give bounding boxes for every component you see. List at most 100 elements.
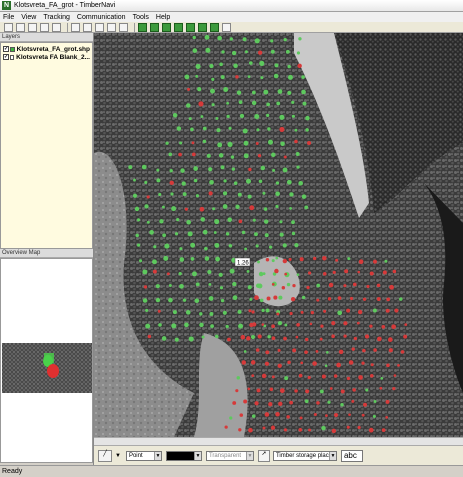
rotate-left-icon[interactable] <box>95 22 104 32</box>
layer-name: Klotsvreta FA Blank_2... <box>16 53 90 61</box>
tree-marker <box>176 218 180 222</box>
tree-marker <box>352 388 356 392</box>
horizontal-scrollbar[interactable] <box>94 437 463 445</box>
tree-marker <box>228 126 232 130</box>
layer-checkbox[interactable]: ✓ <box>3 54 9 60</box>
tree-marker <box>254 113 260 120</box>
tree-marker <box>215 334 219 339</box>
tree-marker <box>336 362 341 368</box>
new-icon[interactable] <box>4 22 13 32</box>
tree-marker <box>242 128 248 134</box>
tree-marker <box>256 128 260 132</box>
tree-marker <box>145 308 149 313</box>
tree-marker <box>132 193 138 198</box>
tree-marker <box>267 127 271 131</box>
tree-marker <box>230 155 235 159</box>
measure-icon[interactable] <box>198 22 207 32</box>
tree-marker <box>380 376 384 380</box>
tree-marker <box>249 322 254 328</box>
menu-tools[interactable]: Tools <box>133 14 149 21</box>
pan-icon[interactable] <box>174 22 183 32</box>
open-icon[interactable] <box>16 22 25 32</box>
map-view[interactable]: 1.26 <box>94 33 463 437</box>
stop-icon[interactable] <box>83 22 92 32</box>
tree-marker <box>195 282 200 287</box>
tree-marker <box>275 256 279 260</box>
zoom-out-icon[interactable] <box>162 22 171 32</box>
tree-marker <box>251 310 255 314</box>
tree-marker <box>156 168 160 172</box>
tree-marker <box>271 259 275 263</box>
help-icon[interactable] <box>52 22 61 32</box>
layer-row[interactable]: ✓ Klotsvreta FA Blank_2... <box>3 53 90 61</box>
tree-marker <box>241 360 247 365</box>
tree-marker <box>399 297 403 301</box>
color-select[interactable]: ▼ <box>165 450 202 461</box>
layer-row[interactable]: ✓ Klotsvreta_FA_grot.shp <box>3 45 90 53</box>
tree-marker <box>199 206 205 212</box>
tree-marker <box>232 401 237 405</box>
tree-marker <box>347 257 351 261</box>
zoom-in-icon[interactable] <box>150 22 159 32</box>
overview-map[interactable] <box>0 258 93 463</box>
menu-communication[interactable]: Communication <box>77 14 126 21</box>
tree-marker <box>381 428 386 432</box>
transparency-select[interactable]: Transparent ▼ <box>205 450 254 461</box>
storage-select[interactable]: Timber storage plac ▼ <box>272 450 337 461</box>
tree-marker <box>265 308 270 313</box>
print-icon[interactable] <box>40 22 49 32</box>
tree-marker <box>340 403 344 407</box>
pen-icon[interactable]: ╱ <box>98 449 112 462</box>
undo-icon[interactable] <box>71 22 80 32</box>
tree-marker <box>279 126 285 132</box>
tree-marker <box>195 63 201 69</box>
tree-marker <box>227 217 233 223</box>
menu-file[interactable]: File <box>3 14 14 21</box>
select-icon[interactable] <box>186 22 195 32</box>
tree-marker <box>182 192 187 197</box>
refresh-icon[interactable] <box>119 22 128 32</box>
tree-marker <box>286 179 292 185</box>
tree-marker <box>291 220 295 225</box>
tree-marker <box>298 427 303 432</box>
tree-marker <box>218 272 223 277</box>
tree-marker <box>321 374 326 379</box>
status-bar: Ready <box>0 465 463 477</box>
tree-marker <box>235 389 239 393</box>
tree-marker <box>202 139 207 144</box>
map-label-tag: 1.26 <box>234 257 251 267</box>
tree-marker <box>138 259 143 263</box>
tree-marker <box>343 284 347 288</box>
grid-icon[interactable] <box>222 22 231 32</box>
tree-marker <box>300 361 304 365</box>
rotate-right-icon[interactable] <box>107 22 116 32</box>
tree-marker <box>319 337 323 341</box>
menu-view[interactable]: View <box>21 14 36 21</box>
tree-marker <box>270 152 276 158</box>
tree-marker <box>235 204 240 209</box>
tree-marker <box>241 230 246 235</box>
menu-help[interactable]: Help <box>156 14 170 21</box>
tree-marker <box>153 245 157 249</box>
text-tool-button[interactable]: abc <box>340 449 363 462</box>
tree-marker <box>276 101 281 106</box>
tree-marker <box>284 376 289 381</box>
tree-marker <box>264 233 269 238</box>
pointer-icon[interactable]: ➚ <box>257 449 270 462</box>
tree-marker <box>174 337 179 342</box>
layer-icon[interactable] <box>138 22 147 32</box>
tree-marker <box>361 413 365 417</box>
tree-marker <box>224 425 228 429</box>
tree-marker <box>255 141 259 145</box>
point-type-select[interactable]: Point ▼ <box>125 450 162 461</box>
tree-marker <box>295 152 300 156</box>
tree-marker <box>385 415 389 419</box>
tree-marker <box>346 425 350 429</box>
pen-dropdown-icon[interactable]: ▼ <box>115 453 121 459</box>
tree-marker <box>348 413 351 417</box>
tree-marker <box>357 425 361 430</box>
save-icon[interactable] <box>28 22 37 32</box>
menu-tracking[interactable]: Tracking <box>43 14 70 21</box>
layer-checkbox[interactable]: ✓ <box>3 46 9 52</box>
gps-icon[interactable] <box>210 22 219 32</box>
